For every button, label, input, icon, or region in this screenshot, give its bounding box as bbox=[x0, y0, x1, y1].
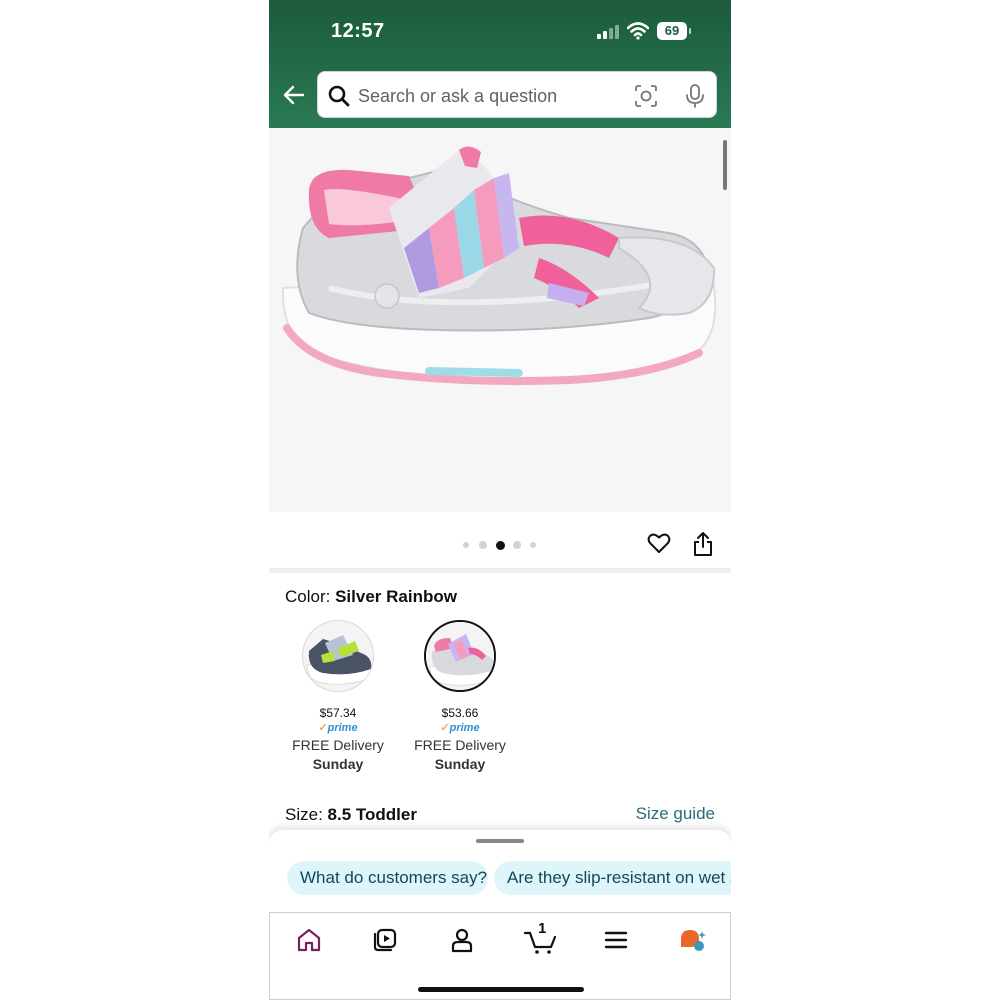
heart-icon[interactable] bbox=[647, 531, 671, 555]
cart-count: 1 bbox=[538, 920, 547, 937]
swatch-price: $53.66 bbox=[441, 706, 479, 720]
signal-icon bbox=[597, 23, 621, 39]
swatch-delivery: FREE Delivery bbox=[414, 737, 506, 753]
share-icon[interactable] bbox=[692, 531, 714, 557]
carousel-dot[interactable] bbox=[463, 542, 469, 548]
size-label-text: Size: bbox=[285, 805, 323, 824]
camera-lens-icon[interactable] bbox=[634, 84, 658, 108]
silver-shoe-thumbnail bbox=[426, 622, 494, 690]
status-time: 12:57 bbox=[331, 20, 385, 42]
sheet-drag-handle[interactable] bbox=[476, 839, 524, 843]
carousel-dot-active[interactable] bbox=[496, 541, 505, 550]
suggestions-sheet[interactable]: What do customers say? Are they slip-res… bbox=[269, 830, 731, 914]
suggestion-chip[interactable]: What do customers say? bbox=[287, 861, 488, 895]
account-icon[interactable] bbox=[447, 925, 477, 955]
prime-text: prime bbox=[449, 722, 480, 734]
search-input[interactable]: Search or ask a question bbox=[358, 86, 557, 107]
carousel-dot[interactable] bbox=[479, 541, 487, 549]
search-bar[interactable]: Search or ask a question bbox=[317, 71, 717, 118]
search-icon bbox=[328, 85, 350, 107]
swatch-delivery-day: Sunday bbox=[434, 756, 486, 772]
image-scrollbar[interactable] bbox=[723, 140, 727, 190]
suggestion-chip[interactable]: Are they slip-resistant on wet s bbox=[494, 861, 731, 895]
battery-tip bbox=[689, 28, 691, 34]
menu-icon[interactable] bbox=[601, 925, 631, 955]
prime-badge: ✓prime bbox=[318, 722, 358, 734]
bottom-nav: 1 bbox=[269, 912, 731, 1000]
size-value: 8.5 Toddler bbox=[327, 805, 417, 824]
home-indicator bbox=[418, 987, 584, 992]
video-icon[interactable] bbox=[370, 925, 400, 955]
swatch-price: $57.34 bbox=[319, 706, 357, 720]
navy-shoe-thumbnail bbox=[303, 621, 373, 691]
color-swatch-navy-lime[interactable]: $57.34 ✓prime FREE Delivery Sunday bbox=[277, 620, 399, 772]
color-value: Silver Rainbow bbox=[335, 587, 457, 606]
color-swatch-silver-rainbow[interactable]: $53.66 ✓prime FREE Delivery Sunday bbox=[399, 620, 521, 772]
section-divider bbox=[269, 568, 731, 573]
microphone-icon[interactable] bbox=[684, 83, 706, 109]
app-header: 12:57 69 Search or ask a question bbox=[269, 0, 731, 128]
wifi-icon bbox=[627, 22, 649, 40]
carousel-dot[interactable] bbox=[530, 542, 536, 548]
prime-badge: ✓prime bbox=[440, 722, 480, 734]
color-label-text: Color: bbox=[285, 587, 331, 606]
back-arrow-icon[interactable] bbox=[281, 82, 307, 108]
swatch-image[interactable] bbox=[302, 620, 374, 692]
home-icon[interactable] bbox=[294, 925, 324, 955]
battery-icon: 69 bbox=[657, 22, 687, 40]
product-image[interactable] bbox=[269, 128, 731, 512]
shoe-image bbox=[281, 146, 717, 386]
swatch-image-selected[interactable] bbox=[424, 620, 496, 692]
rufus-icon[interactable] bbox=[677, 925, 707, 955]
phone-screen: 12:57 69 Search or ask a question Color:… bbox=[269, 0, 731, 1000]
size-label: Size: 8.5 Toddler bbox=[285, 805, 417, 825]
size-guide-link[interactable]: Size guide bbox=[636, 804, 715, 824]
color-label: Color: Silver Rainbow bbox=[285, 587, 457, 607]
carousel-dots[interactable] bbox=[459, 540, 539, 550]
swatch-delivery: FREE Delivery bbox=[292, 737, 384, 753]
swatch-delivery-day: Sunday bbox=[312, 756, 364, 772]
carousel-dot[interactable] bbox=[513, 541, 521, 549]
prime-text: prime bbox=[327, 722, 358, 734]
